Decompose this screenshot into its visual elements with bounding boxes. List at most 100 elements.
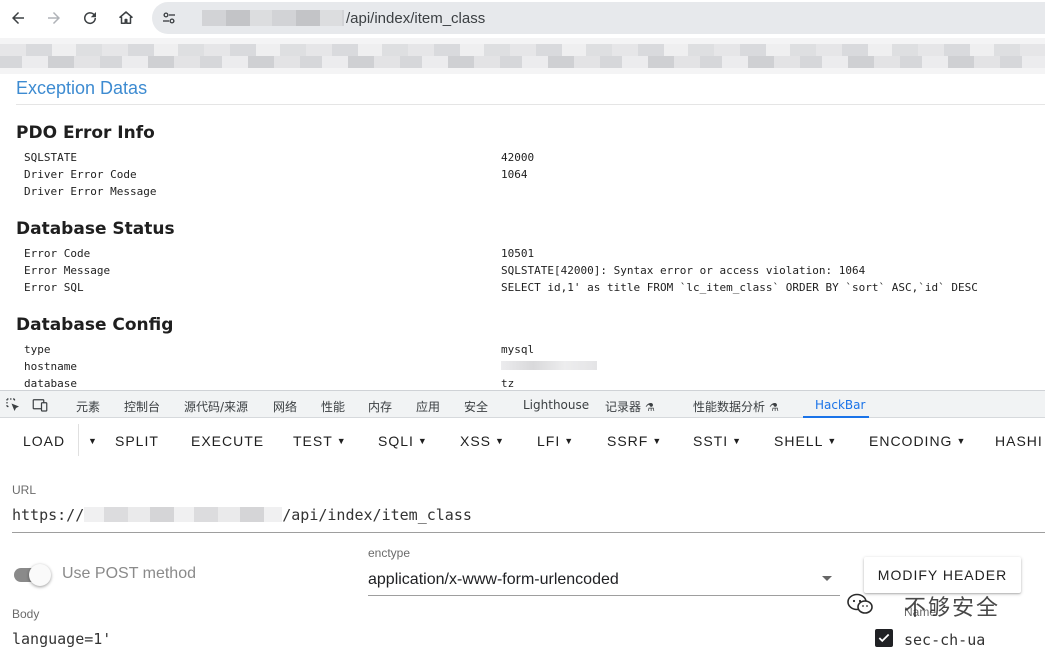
inspect-element-icon[interactable] <box>4 396 22 414</box>
kv-value: mysql <box>501 343 535 356</box>
test-menu-label: TEST <box>293 433 333 449</box>
kv-key: type <box>24 343 51 356</box>
tab-application[interactable]: 应用 <box>416 398 440 415</box>
kv-key: Error Message <box>24 264 111 277</box>
url-label: URL <box>12 483 37 497</box>
divider <box>16 104 1045 105</box>
section-heading-db-config: Database Config <box>16 315 174 335</box>
modify-header-button[interactable]: MODIFY HEADER <box>864 557 1021 593</box>
tab-performance-insights[interactable]: 性能数据分析 ⚗ <box>693 398 779 415</box>
devtools-tab-bar: 元素 控制台 源代码/来源 网络 性能 内存 应用 安全 Lighthouse … <box>0 390 1045 418</box>
caret-down-icon: ▼ <box>336 436 347 446</box>
hackbar-menu: LOAD ▼ SPLIT EXECUTE TEST ▼ SQLI ▼ XSS ▼ LF… <box>0 418 1045 462</box>
tab-performance[interactable]: 性能 <box>321 398 345 415</box>
caret-down-icon[interactable] <box>822 576 832 581</box>
tab-performance-insights-label: 性能数据分析 <box>693 400 766 414</box>
load-dropdown-caret[interactable]: ▼ <box>84 433 98 449</box>
caret-down-icon: ▼ <box>564 436 575 446</box>
body-input[interactable]: language=1' <box>12 630 111 648</box>
tab-recorder[interactable]: 记录器 ⚗ <box>605 398 655 415</box>
xss-menu-label: XSS <box>460 433 492 449</box>
devtools-panel: 元素 控制台 源代码/来源 网络 性能 内存 应用 安全 Lighthouse … <box>0 390 1045 656</box>
enctype-select[interactable]: application/x-www-form-urlencoded <box>368 571 619 589</box>
execute-button[interactable]: EXECUTE <box>191 433 264 449</box>
hostname-redacted <box>501 361 597 370</box>
reload-button[interactable] <box>78 6 102 30</box>
url-input[interactable]: https:// /api/index/item_class <box>12 506 472 524</box>
tab-lighthouse[interactable]: Lighthouse <box>523 398 589 412</box>
kv-key: database <box>24 377 77 390</box>
header-name-input[interactable]: sec-ch-ua <box>904 631 985 649</box>
encoding-menu[interactable]: ENCODING ▼ <box>869 433 966 449</box>
sqli-menu[interactable]: SQLI ▼ <box>378 433 428 449</box>
lfi-menu[interactable]: LFI ▼ <box>537 433 574 449</box>
encoding-menu-label: ENCODING <box>869 433 953 449</box>
forward-button[interactable] <box>42 6 66 30</box>
split-button[interactable]: SPLIT <box>115 433 159 449</box>
watermark-text: 不够安全 <box>904 596 1001 621</box>
back-button[interactable] <box>6 6 30 30</box>
home-button[interactable] <box>114 6 138 30</box>
caret-down-icon: ▼ <box>652 436 663 446</box>
reload-icon <box>84 12 97 25</box>
hashing-menu[interactable]: HASHI <box>995 433 1043 449</box>
kv-value: tz <box>501 377 515 390</box>
url-host-redacted <box>202 10 344 26</box>
tab-hackbar[interactable]: HackBar <box>815 398 865 412</box>
arrow-right-icon <box>48 12 60 24</box>
xss-menu[interactable]: XSS ▼ <box>460 433 505 449</box>
post-method-toggle-knob[interactable] <box>29 564 51 586</box>
post-method-label: Use POST method <box>62 565 196 582</box>
tab-security[interactable]: 安全 <box>464 398 488 415</box>
browser-toolbar: /api/index/item_class <box>0 0 1045 36</box>
tab-elements[interactable]: 元素 <box>76 398 100 415</box>
url-path: /api/index/item_class <box>282 506 472 524</box>
kv-key: Error SQL <box>24 281 84 294</box>
body-label: Body <box>12 607 40 621</box>
kv-value: 42000 <box>501 151 535 164</box>
test-menu[interactable]: TEST ▼ <box>293 433 347 449</box>
tab-sources[interactable]: 源代码/来源 <box>184 398 248 415</box>
tab-console[interactable]: 控制台 <box>124 398 160 415</box>
section-heading-db-status: Database Status <box>16 219 175 239</box>
lfi-menu-label: LFI <box>537 433 561 449</box>
section-heading-pdo: PDO Error Info <box>16 123 155 143</box>
site-info-icon[interactable] <box>160 9 178 27</box>
exception-datas-title: Exception Datas <box>16 78 148 98</box>
wechat-logo-icon <box>847 593 873 614</box>
home-icon <box>119 11 133 24</box>
tab-recorder-label: 记录器 <box>605 400 642 414</box>
divider <box>78 424 79 456</box>
kv-key: Driver Error Message <box>24 185 157 198</box>
caret-down-icon: ▼ <box>495 436 505 446</box>
bookmarks-bar-redacted <box>0 38 1045 74</box>
tab-memory[interactable]: 内存 <box>368 398 392 415</box>
watermark: 不够安全 <box>846 589 1016 621</box>
ssrf-menu[interactable]: SSRF ▼ <box>607 433 662 449</box>
page-content: Exception Datas PDO Error Info SQLSTATE … <box>0 74 1045 390</box>
check-icon <box>878 633 890 643</box>
address-bar-path: /api/index/item_class <box>346 10 486 27</box>
url-input-underline <box>12 532 1045 533</box>
sqli-menu-label: SQLI <box>378 433 414 449</box>
caret-down-icon: ▼ <box>88 436 98 446</box>
device-toolbar-icon[interactable] <box>31 396 49 414</box>
ssti-menu[interactable]: SSTI ▼ <box>693 433 742 449</box>
caret-down-icon: ▼ <box>956 436 967 446</box>
shell-menu[interactable]: SHELL ▼ <box>774 433 837 449</box>
caret-down-icon: ▼ <box>732 436 743 446</box>
ssrf-menu-label: SSRF <box>607 433 649 449</box>
flask-icon: ⚗ <box>645 401 655 414</box>
load-button[interactable]: LOAD <box>23 433 65 449</box>
arrow-left-icon <box>12 12 24 24</box>
enctype-label: enctype <box>368 546 411 560</box>
kv-value: 10501 <box>501 247 535 260</box>
caret-down-icon: ▼ <box>827 436 838 446</box>
kv-value: SQLSTATE[42000]: Syntax error or access … <box>501 264 866 277</box>
kv-key: SQLSTATE <box>24 151 77 164</box>
header-enabled-checkbox[interactable] <box>875 629 893 647</box>
address-bar[interactable]: /api/index/item_class <box>152 2 1045 34</box>
kv-key: hostname <box>24 360 77 373</box>
tab-network[interactable]: 网络 <box>273 398 297 415</box>
flask-icon: ⚗ <box>769 401 779 414</box>
